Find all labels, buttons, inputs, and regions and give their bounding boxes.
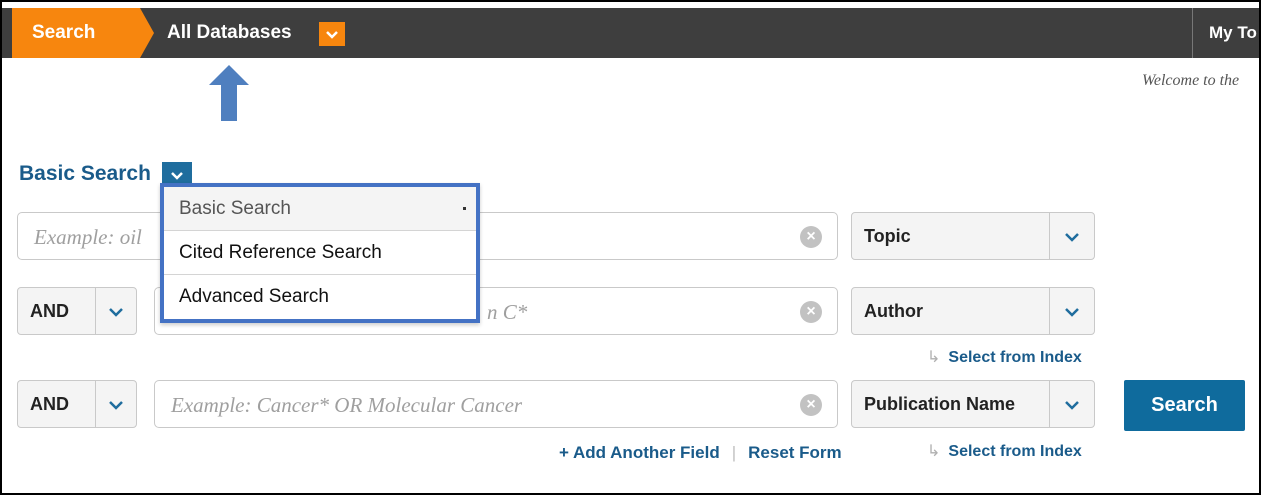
menu-item-basic-search[interactable]: Basic Search <box>164 187 476 231</box>
search-button[interactable]: Search <box>1124 380 1245 431</box>
selected-indicator <box>463 207 466 210</box>
field-select-publication[interactable]: Publication Name <box>851 380 1095 428</box>
database-label[interactable]: All Databases <box>167 8 292 58</box>
search-input-3[interactable]: Example: Cancer* OR Molecular Cancer × <box>154 380 838 428</box>
chevron-down-icon <box>326 31 338 39</box>
search-mode-menu: Basic Search Cited Reference Search Adva… <box>160 183 480 323</box>
operator-label: AND <box>30 394 69 414</box>
app-frame: Search All Databases My To Welcome to th… <box>0 0 1261 495</box>
search-input-placeholder: Example: oil <box>34 225 142 249</box>
chevron-down-icon <box>1065 233 1079 242</box>
top-navigation-bar: Search All Databases My To <box>2 8 1259 58</box>
field-select-label: Topic <box>864 226 911 246</box>
menu-item-advanced-search[interactable]: Advanced Search <box>164 275 476 318</box>
field-select-label: Author <box>864 301 923 321</box>
operator-label: AND <box>30 301 69 321</box>
chevron-down-icon <box>1065 401 1079 410</box>
operator-caret[interactable] <box>95 288 136 334</box>
chevron-down-icon <box>1065 308 1079 317</box>
return-arrow-icon: ↳ <box>927 443 941 460</box>
field-select-caret[interactable] <box>1049 288 1094 334</box>
field-select-label: Publication Name <box>864 394 1016 414</box>
clear-icon[interactable]: × <box>800 394 822 416</box>
reset-form-link[interactable]: Reset Form <box>748 443 842 462</box>
clear-icon[interactable]: × <box>800 226 822 248</box>
chevron-down-icon <box>109 308 123 317</box>
field-select-author[interactable]: Author <box>851 287 1095 335</box>
chevron-down-icon <box>109 401 123 410</box>
arrow-up-icon <box>209 65 249 121</box>
menu-item-cited-reference-search[interactable]: Cited Reference Search <box>164 231 476 275</box>
operator-select-2[interactable]: AND <box>17 287 137 335</box>
field-select-topic[interactable]: Topic <box>851 212 1095 260</box>
search-input-placeholder: Example: Cancer* OR Molecular Cancer <box>171 393 523 417</box>
field-select-caret[interactable] <box>1049 381 1094 427</box>
clear-icon[interactable]: × <box>800 301 822 323</box>
add-field-link[interactable]: + Add Another Field <box>559 443 720 462</box>
form-actions: + Add Another Field | Reset Form <box>559 443 842 463</box>
separator: | <box>731 443 737 462</box>
search-input-placeholder: n C* <box>487 300 528 324</box>
field-select-caret[interactable] <box>1049 213 1094 259</box>
select-from-index-link-publication[interactable]: ↳ Select from Index <box>927 441 1082 461</box>
search-tab[interactable]: Search <box>12 8 154 58</box>
my-tools-menu[interactable]: My To <box>1192 8 1257 58</box>
welcome-message: Welcome to the <box>1142 72 1240 89</box>
operator-caret[interactable] <box>95 381 136 427</box>
database-dropdown-button[interactable] <box>319 22 345 46</box>
return-arrow-icon: ↳ <box>927 349 941 366</box>
operator-select-3[interactable]: AND <box>17 380 137 428</box>
select-from-index-link-author[interactable]: ↳ Select from Index <box>927 347 1082 367</box>
search-mode-title[interactable]: Basic Search <box>19 162 151 186</box>
